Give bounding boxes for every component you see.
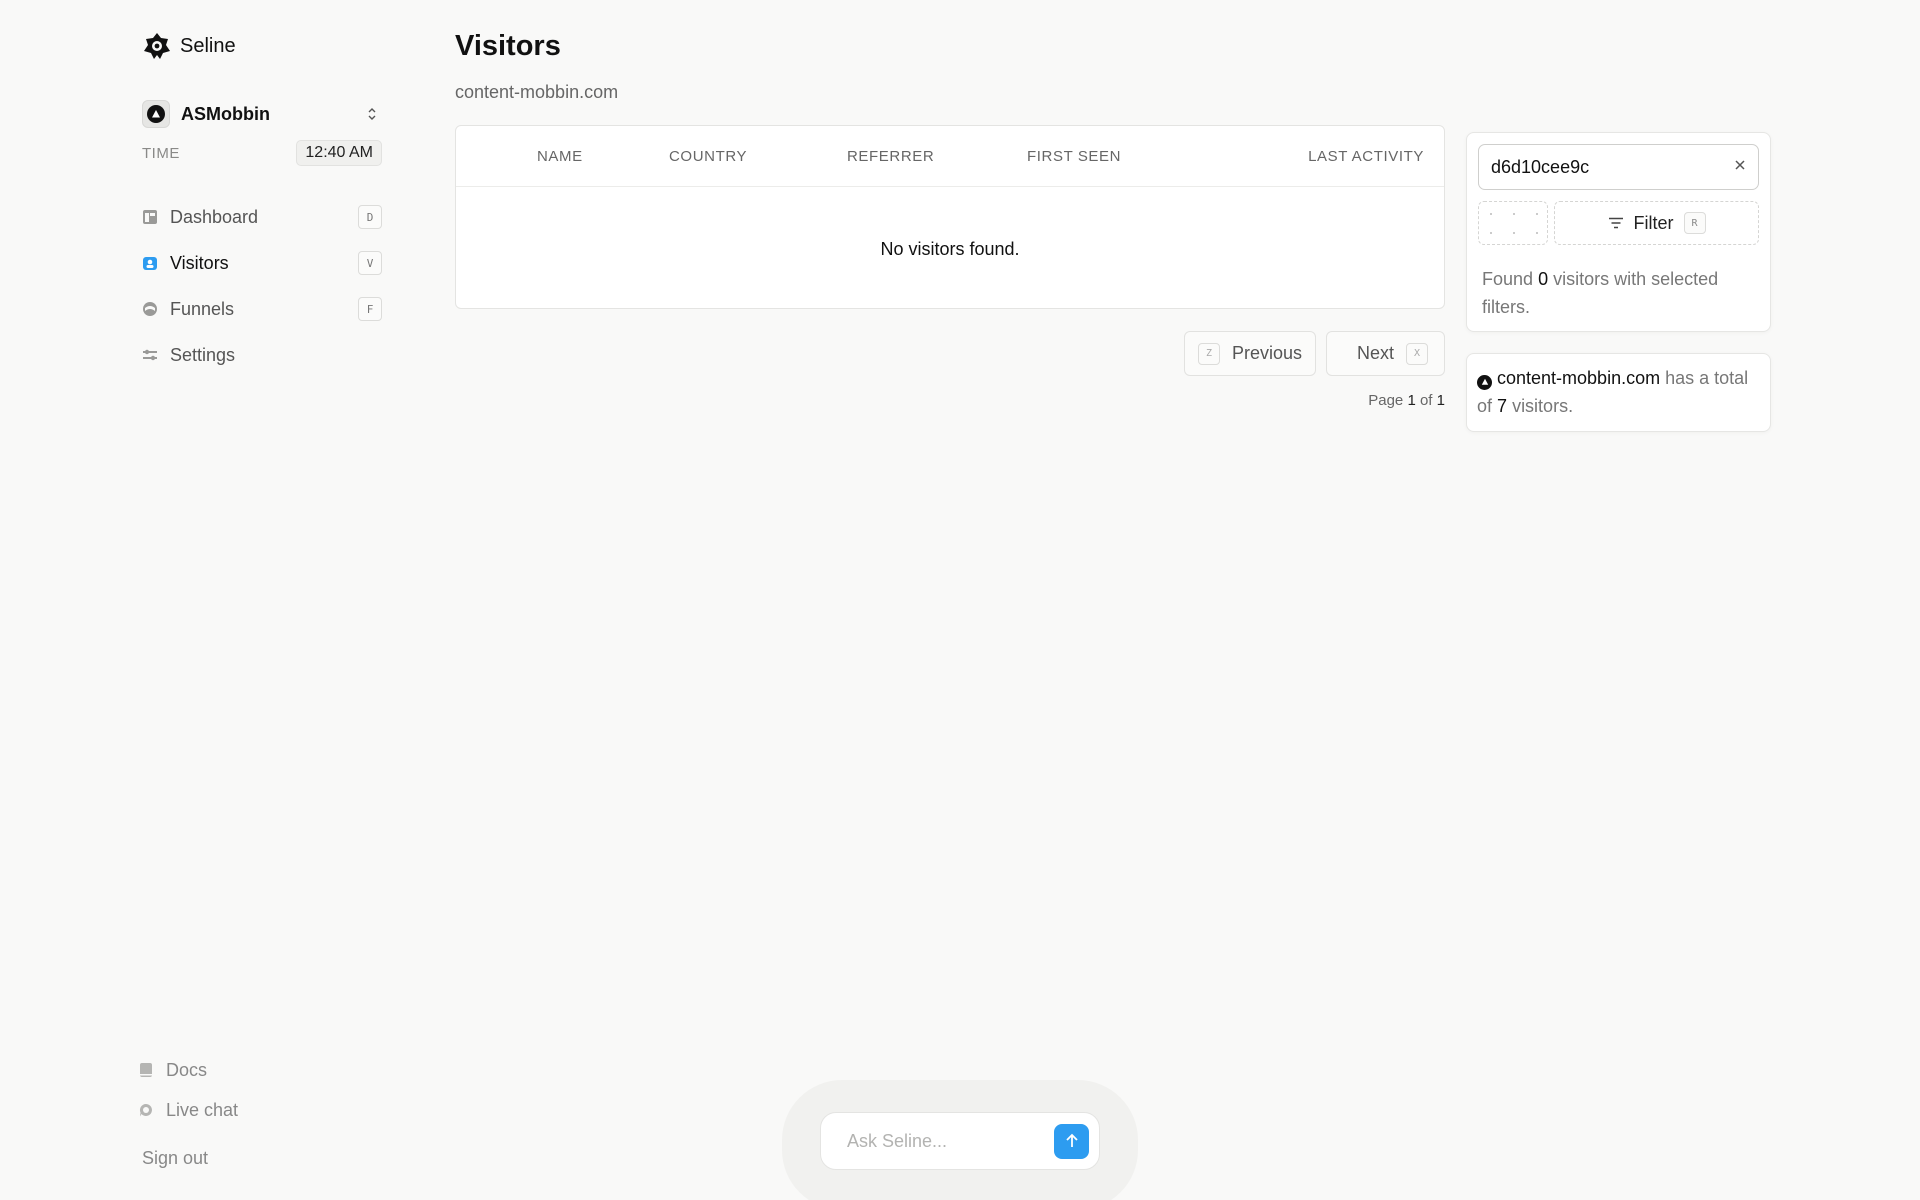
arrow-up-icon [1065,1133,1078,1147]
current-page: 1 [1407,392,1416,409]
table-header: NAME COUNTRY REFERRER FIRST SEEN LAST AC… [456,126,1444,187]
chevron-up-down-icon [366,106,378,122]
shortcut-key: V [358,251,382,275]
send-button[interactable] [1054,1123,1089,1159]
time-label: TIME [142,144,180,162]
page-subtitle: content-mobbin.com [455,82,619,102]
funnels-icon [142,301,158,317]
main-nav: Dashboard D Visitors V Funnels F Setting… [142,194,382,378]
shortcut-key: R [1683,212,1706,234]
shortcut-key: D [358,205,382,229]
summary-text-2: visitors. [1512,396,1574,416]
brand[interactable]: Seline [142,28,382,64]
filter-result-text: Found 0 visitors with selected filters. [1478,265,1759,321]
previous-label: Previous [1231,343,1302,363]
ask-bar-container: Ask Seline... [782,1080,1138,1200]
settings-icon [142,347,158,363]
workspace-name: ASMobbin [181,103,270,124]
page-prefix: Page [1368,392,1404,409]
filter-label: Filter [1633,212,1674,233]
time-row: TIME 12:40 AM [142,140,382,166]
found-prefix: Found [1482,269,1534,289]
live-chat-link[interactable]: Live chat [139,1090,382,1130]
nav-item-settings[interactable]: Settings [142,332,382,378]
chat-bubble-icon [138,1102,154,1118]
column-header-referrer[interactable]: REFERRER [847,148,934,165]
search-value: d6d10cee9c [1491,156,1590,177]
sidebar: Seline ASMobbin TIME 12:40 AM Dashboard … [139,28,382,1178]
triangle-icon [152,110,160,118]
shortcut-key: X [1406,342,1428,365]
page-of: of [1419,392,1433,409]
shortcut-key: F [358,297,382,321]
site-name: content-mobbin.com [1497,368,1661,388]
total-pages: 1 [1436,392,1445,409]
column-header-last-activity[interactable]: LAST ACTIVITY [1308,148,1424,165]
nav-item-visitors[interactable]: Visitors V [142,240,382,286]
page-indicator: Page 1 of 1 [455,392,1445,409]
time-value: 12:40 AM [296,140,382,166]
nav-label: Funnels [170,298,235,319]
empty-state-message: No visitors found. [880,239,1020,259]
filter-placeholder-slot[interactable] [1478,201,1548,245]
workspace-switcher[interactable]: ASMobbin [142,98,382,130]
app-name: Seline [180,34,236,57]
nav-label: Dashboard [170,206,259,227]
nav-label: Settings [170,344,236,365]
column-header-country[interactable]: COUNTRY [669,148,747,165]
clear-search-icon[interactable] [1734,158,1746,176]
filter-button[interactable]: Filter R [1554,201,1759,245]
nav-label: Visitors [170,252,229,273]
book-icon [138,1062,154,1078]
site-summary-card: content-mobbin.com has a total of 7 visi… [1466,353,1771,432]
previous-button[interactable]: Z Previous [1183,331,1316,376]
total-visitors-count: 7 [1497,396,1508,416]
ask-input[interactable]: Ask Seline... [820,1112,1100,1170]
search-input[interactable]: d6d10cee9c [1478,144,1759,190]
nav-item-dashboard[interactable]: Dashboard D [142,194,382,240]
dashboard-icon [142,209,158,225]
docs-link[interactable]: Docs [140,1050,382,1090]
filter-lines-icon [1608,213,1624,234]
site-logo-icon [1477,374,1492,390]
filter-row: Filter R [1478,201,1759,245]
ask-placeholder: Ask Seline... [847,1130,948,1151]
docs-label: Docs [166,1059,208,1080]
found-count: 0 [1538,269,1549,289]
visitors-table: NAME COUNTRY REFERRER FIRST SEEN LAST AC… [455,125,1445,309]
pagination: Z Previous Next X [455,331,1445,376]
shortcut-key: Z [1197,342,1220,365]
filter-panel: d6d10cee9c Filter R Found 0 visitors wit… [1466,132,1771,332]
next-label: Next [1356,343,1394,363]
column-header-name[interactable]: NAME [537,148,583,165]
page-title: Visitors [455,30,561,62]
nav-item-funnels[interactable]: Funnels F [142,286,382,332]
seline-logo-icon [144,33,170,59]
sign-out-button[interactable]: Sign out [142,1138,382,1178]
live-chat-label: Live chat [166,1099,239,1120]
workspace-avatar [142,100,170,128]
sidebar-footer: Docs Live chat Sign out [139,1050,382,1178]
column-header-first-seen[interactable]: FIRST SEEN [1027,148,1121,165]
next-button[interactable]: Next X [1325,331,1445,376]
visitors-icon [142,255,158,271]
main-content: Visitors content-mobbin.com NAME COUNTRY… [455,30,1445,409]
